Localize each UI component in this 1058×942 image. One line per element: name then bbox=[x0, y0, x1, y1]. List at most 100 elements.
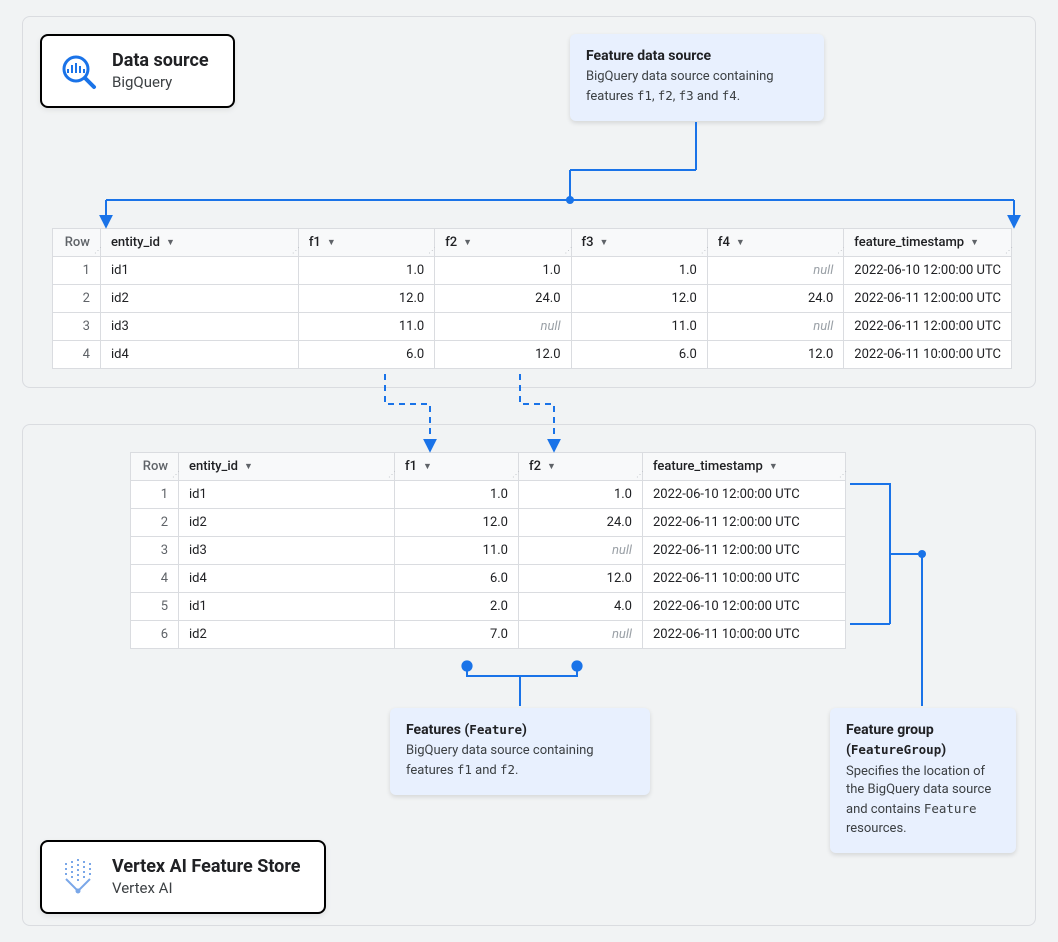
cell: 3 bbox=[53, 313, 101, 341]
callout-features: Features (Feature) BigQuery data source … bbox=[390, 708, 650, 795]
table-row: 1id11.01.02022-06-10 12:00:00 UTC bbox=[131, 481, 846, 509]
chevron-down-icon: ▼ bbox=[970, 237, 979, 248]
col-f4[interactable]: f4▼⋰ bbox=[707, 229, 843, 257]
bigquery-icon bbox=[58, 51, 98, 91]
chevron-down-icon: ▼ bbox=[463, 237, 472, 248]
cell: 2.0 bbox=[395, 593, 519, 621]
col-feature-timestamp[interactable]: feature_timestamp▼⋰ bbox=[844, 229, 1012, 257]
chevron-down-icon: ▼ bbox=[423, 461, 432, 472]
chevron-down-icon: ▼ bbox=[600, 237, 609, 248]
cell: 12.0 bbox=[519, 565, 643, 593]
cell: 12.0 bbox=[571, 285, 707, 313]
chevron-down-icon: ▼ bbox=[327, 237, 336, 248]
card-data-source-subtitle: BigQuery bbox=[112, 73, 209, 93]
col-entity-id[interactable]: entity_id▼⋰ bbox=[100, 229, 298, 257]
table-row: 6id27.0null2022-06-11 10:00:00 UTC bbox=[131, 621, 846, 649]
cell: id1 bbox=[179, 593, 395, 621]
chevron-down-icon: ▼ bbox=[547, 461, 556, 472]
cell: 2022-06-11 12:00:00 UTC bbox=[643, 509, 846, 537]
table-feature-group: Row⋰ entity_id▼⋰ f1▼⋰ f2▼⋰ feature_times… bbox=[130, 452, 846, 649]
cell: null bbox=[435, 313, 571, 341]
cell: 11.0 bbox=[298, 313, 434, 341]
cell: 2022-06-10 12:00:00 UTC bbox=[844, 257, 1012, 285]
cell: 12.0 bbox=[707, 341, 843, 369]
col-f1[interactable]: f1▼⋰ bbox=[395, 453, 519, 481]
cell: 1.0 bbox=[519, 481, 643, 509]
cell: 12.0 bbox=[298, 285, 434, 313]
table-row: 2id212.024.012.024.02022-06-11 12:00:00 … bbox=[53, 285, 1012, 313]
table-row: 3id311.0null2022-06-11 12:00:00 UTC bbox=[131, 537, 846, 565]
chevron-down-icon: ▼ bbox=[769, 461, 778, 472]
col-entity-id[interactable]: entity_id▼⋰ bbox=[179, 453, 395, 481]
cell: null bbox=[707, 313, 843, 341]
cell: 24.0 bbox=[519, 509, 643, 537]
cell: 2022-06-11 10:00:00 UTC bbox=[643, 565, 846, 593]
cell: 4 bbox=[53, 341, 101, 369]
table-row: 5id12.04.02022-06-10 12:00:00 UTC bbox=[131, 593, 846, 621]
cell: id1 bbox=[179, 481, 395, 509]
cell: null bbox=[519, 621, 643, 649]
col-f2[interactable]: f2▼⋰ bbox=[519, 453, 643, 481]
callout-group-body: Specifies the location of the BigQuery d… bbox=[846, 763, 1000, 839]
col-row[interactable]: Row⋰ bbox=[131, 453, 179, 481]
table-row: 4id46.012.06.012.02022-06-11 10:00:00 UT… bbox=[53, 341, 1012, 369]
cell: 2022-06-10 12:00:00 UTC bbox=[643, 481, 846, 509]
cell: 12.0 bbox=[435, 341, 571, 369]
cell: id4 bbox=[100, 341, 298, 369]
cell: 2 bbox=[131, 509, 179, 537]
cell: 2 bbox=[53, 285, 101, 313]
cell: id3 bbox=[179, 537, 395, 565]
callout-group-title: Feature group (FeatureGroup) bbox=[846, 720, 1000, 761]
cell: 1.0 bbox=[435, 257, 571, 285]
cell: 2022-06-11 12:00:00 UTC bbox=[844, 313, 1012, 341]
callout-features-body: BigQuery data source containing features… bbox=[406, 742, 634, 781]
callout-source-title: Feature data source bbox=[586, 46, 808, 66]
cell: 4.0 bbox=[519, 593, 643, 621]
chevron-down-icon: ▼ bbox=[166, 237, 175, 248]
cell: 2022-06-11 10:00:00 UTC bbox=[643, 621, 846, 649]
cell: 1.0 bbox=[395, 481, 519, 509]
cell: 6.0 bbox=[298, 341, 434, 369]
cell: 2022-06-11 12:00:00 UTC bbox=[643, 537, 846, 565]
table-row: 3id311.0null11.0null2022-06-11 12:00:00 … bbox=[53, 313, 1012, 341]
col-feature-timestamp[interactable]: feature_timestamp▼⋰ bbox=[643, 453, 846, 481]
cell: id2 bbox=[179, 509, 395, 537]
cell: id2 bbox=[179, 621, 395, 649]
cell: 3 bbox=[131, 537, 179, 565]
table-bigquery-source: Row⋰ entity_id▼⋰ f1▼⋰ f2▼⋰ f3▼⋰ f4▼⋰ fea… bbox=[52, 228, 1012, 369]
cell: 6.0 bbox=[395, 565, 519, 593]
cell: 4 bbox=[131, 565, 179, 593]
cell: id1 bbox=[100, 257, 298, 285]
col-row[interactable]: Row⋰ bbox=[53, 229, 101, 257]
cell: 1 bbox=[53, 257, 101, 285]
cell: 2022-06-11 12:00:00 UTC bbox=[844, 285, 1012, 313]
col-f1[interactable]: f1▼⋰ bbox=[298, 229, 434, 257]
card-data-source-title: Data source bbox=[112, 50, 209, 73]
card-vertex-title: Vertex AI Feature Store bbox=[112, 856, 300, 879]
col-f3[interactable]: f3▼⋰ bbox=[571, 229, 707, 257]
cell: 1 bbox=[131, 481, 179, 509]
card-data-source: Data source BigQuery bbox=[40, 34, 235, 108]
vertex-ai-icon bbox=[58, 857, 98, 897]
cell: 7.0 bbox=[395, 621, 519, 649]
cell: id3 bbox=[100, 313, 298, 341]
callout-source-body: BigQuery data source containing features… bbox=[586, 68, 808, 107]
card-vertex-ai: Vertex AI Feature Store Vertex AI bbox=[40, 840, 326, 914]
callout-feature-data-source: Feature data source BigQuery data source… bbox=[570, 34, 824, 121]
cell: 1.0 bbox=[571, 257, 707, 285]
cell: 12.0 bbox=[395, 509, 519, 537]
cell: 24.0 bbox=[707, 285, 843, 313]
table-row: 2id212.024.02022-06-11 12:00:00 UTC bbox=[131, 509, 846, 537]
callout-feature-group: Feature group (FeatureGroup) Specifies t… bbox=[830, 708, 1016, 853]
cell: 6 bbox=[131, 621, 179, 649]
cell: null bbox=[519, 537, 643, 565]
cell: 11.0 bbox=[571, 313, 707, 341]
cell: 24.0 bbox=[435, 285, 571, 313]
cell: 5 bbox=[131, 593, 179, 621]
cell: 11.0 bbox=[395, 537, 519, 565]
chevron-down-icon: ▼ bbox=[244, 461, 253, 472]
callout-features-title: Features (Feature) bbox=[406, 720, 634, 740]
cell: 2022-06-10 12:00:00 UTC bbox=[643, 593, 846, 621]
col-f2[interactable]: f2▼⋰ bbox=[435, 229, 571, 257]
cell: id4 bbox=[179, 565, 395, 593]
